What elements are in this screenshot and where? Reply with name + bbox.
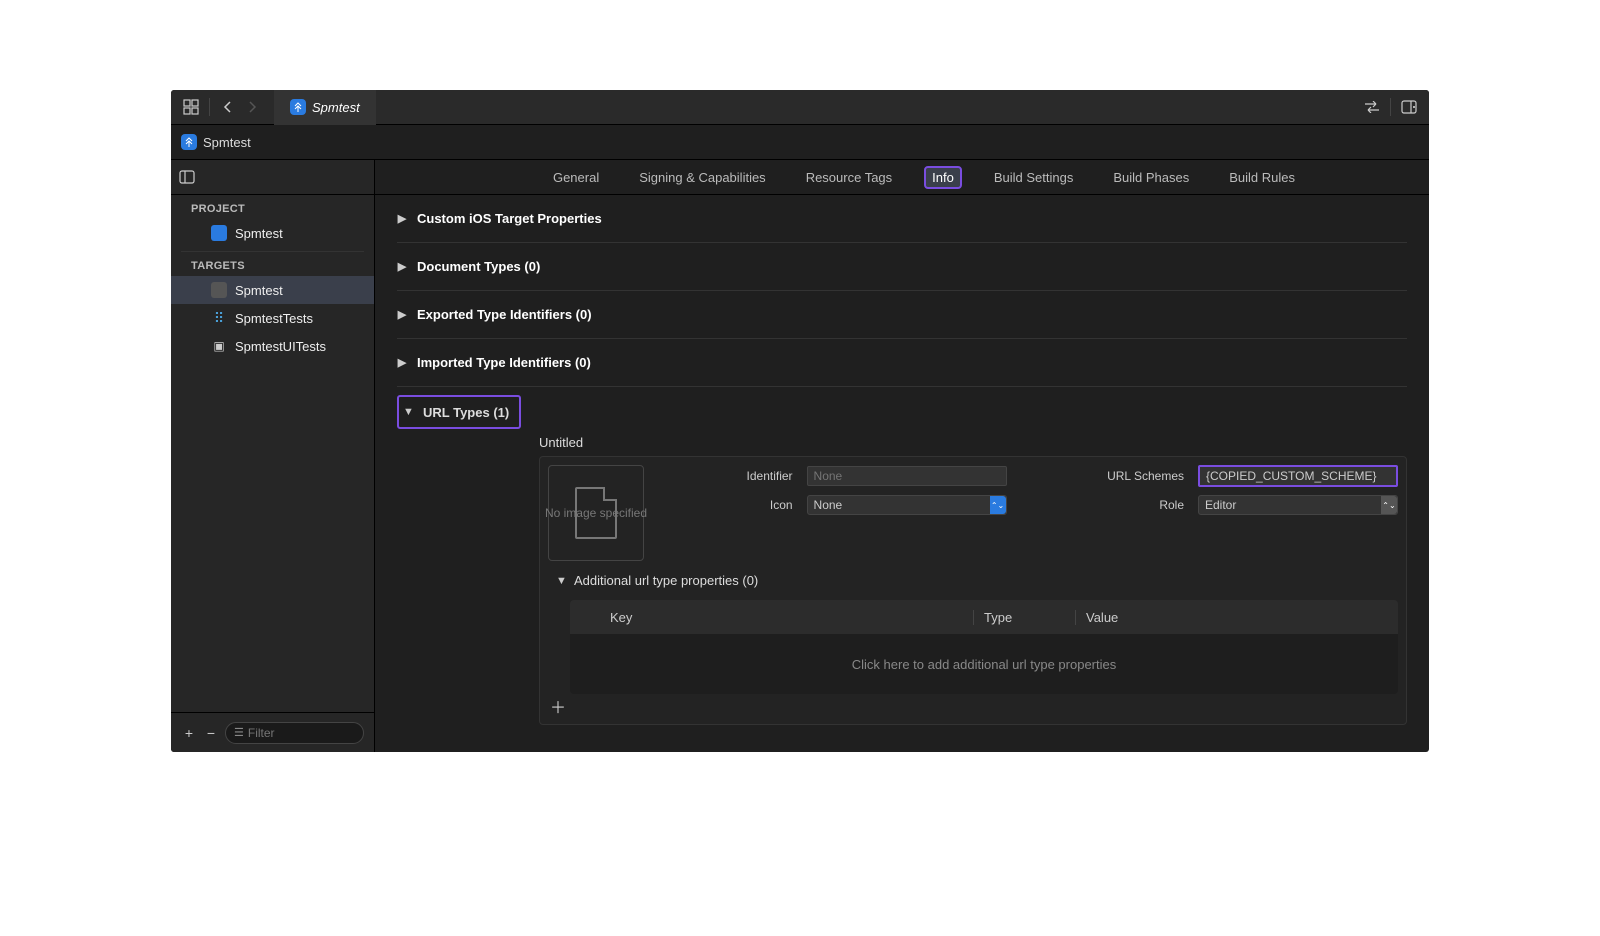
toolbar: Spmtest [171, 90, 1429, 125]
section-imported-types[interactable]: ▶ Imported Type Identifiers (0) [397, 339, 1407, 387]
tab-signing[interactable]: Signing & Capabilities [631, 166, 773, 189]
role-select[interactable]: Editor ⌃⌄ [1198, 495, 1398, 515]
icon-label: Icon [660, 498, 793, 512]
project-icon [181, 134, 197, 150]
sidebar-item-project[interactable]: Spmtest [171, 219, 374, 247]
table-empty-text: Click here to add additional url type pr… [852, 657, 1116, 672]
tab-build-settings[interactable]: Build Settings [986, 166, 1082, 189]
project-icon [211, 225, 227, 241]
col-value: Value [1076, 610, 1398, 625]
sidebar-footer: + − ☰ [171, 712, 374, 752]
sidebar-item-target-app[interactable]: Spmtest [171, 276, 374, 304]
identifier-label: Identifier [660, 469, 793, 483]
app-target-icon [211, 282, 227, 298]
project-sidebar: PROJECT Spmtest TARGETS Spmtest ⠿ Spmtes… [171, 160, 375, 752]
sidebar-item-target-tests[interactable]: ⠿ SpmtestTests [171, 304, 374, 332]
filter-icon: ☰ [234, 726, 244, 739]
add-url-type-button[interactable]: ＋ [550, 694, 566, 718]
section-title: URL Types (1) [423, 405, 509, 420]
chevron-right-icon: ▶ [397, 260, 407, 273]
targets-section-label: TARGETS [171, 252, 374, 276]
target-editor-tabs: General Signing & Capabilities Resource … [375, 160, 1429, 195]
section-document-types[interactable]: ▶ Document Types (0) [397, 243, 1407, 291]
project-icon [290, 99, 306, 115]
url-schemes-field[interactable] [1198, 465, 1398, 487]
back-icon[interactable] [216, 95, 240, 119]
info-editor: ▶ Custom iOS Target Properties ▶ Documen… [375, 195, 1429, 752]
swap-icon[interactable] [1360, 95, 1384, 119]
breadcrumb: Spmtest [171, 125, 1429, 160]
col-type: Type [974, 610, 1076, 625]
icon-image-well[interactable]: No image specified [548, 465, 644, 561]
sidebar-item-label: SpmtestTests [235, 311, 313, 326]
filter-wrap: ☰ [225, 722, 364, 744]
additional-props-label: Additional url type properties (0) [574, 573, 758, 588]
remove-target-button[interactable]: − [203, 725, 219, 741]
sidebar-toggle[interactable] [171, 160, 374, 195]
tab-resource-tags[interactable]: Resource Tags [798, 166, 900, 189]
identifier-field[interactable] [807, 466, 1007, 486]
table-empty-row[interactable]: Click here to add additional url type pr… [570, 634, 1398, 694]
project-section-label: PROJECT [171, 195, 374, 219]
chevron-down-icon: ▼ [403, 406, 413, 418]
tab-build-rules[interactable]: Build Rules [1221, 166, 1303, 189]
chevron-right-icon: ▶ [397, 308, 407, 321]
additional-props-table: Key Type Value Click here to add additio… [570, 600, 1398, 694]
section-title: Custom iOS Target Properties [417, 211, 602, 226]
chevron-down-icon: ▼ [556, 575, 566, 587]
editor-tab-title: Spmtest [312, 100, 360, 115]
tab-info[interactable]: Info [924, 166, 962, 189]
breadcrumb-project[interactable]: Spmtest [203, 135, 251, 150]
tab-general[interactable]: General [545, 166, 607, 189]
url-type-card: No image specified Identifier URL Scheme… [539, 456, 1407, 725]
section-custom-props[interactable]: ▶ Custom iOS Target Properties [397, 195, 1407, 243]
add-target-button[interactable]: + [181, 725, 197, 741]
url-schemes-label: URL Schemes [1021, 469, 1184, 483]
url-type-fields: Identifier URL Schemes Icon None ⌃⌄ Role [660, 465, 1398, 515]
xcode-window: Spmtest Spmtest PROJECT Spmtest [171, 90, 1429, 752]
role-label: Role [1021, 498, 1184, 512]
unit-test-icon: ⠿ [211, 310, 227, 326]
editor-tab[interactable]: Spmtest [274, 90, 376, 125]
section-title: Exported Type Identifiers (0) [417, 307, 592, 322]
grid-icon[interactable] [179, 95, 203, 119]
popup-arrows-icon: ⌃⌄ [1381, 496, 1397, 514]
icon-select[interactable]: None ⌃⌄ [807, 495, 1007, 515]
section-title: Imported Type Identifiers (0) [417, 355, 591, 370]
sidebar-item-label: SpmtestUITests [235, 339, 326, 354]
section-url-types[interactable]: ▼ URL Types (1) [397, 395, 521, 429]
sidebar-item-label: Spmtest [235, 283, 283, 298]
col-key: Key [570, 610, 974, 625]
url-type-title: Untitled [539, 435, 1407, 450]
image-well-placeholder: No image specified [545, 506, 647, 520]
chevron-right-icon: ▶ [397, 212, 407, 225]
popup-arrows-icon: ⌃⌄ [990, 496, 1006, 514]
sidebar-item-target-uitests[interactable]: ▣ SpmtestUITests [171, 332, 374, 360]
url-type-detail: Untitled No image specified Identifier U… [397, 429, 1407, 725]
table-header: Key Type Value [570, 600, 1398, 634]
ui-test-icon: ▣ [211, 338, 227, 354]
additional-props-disclosure[interactable]: ▼ Additional url type properties (0) [548, 573, 1398, 588]
section-title: Document Types (0) [417, 259, 540, 274]
editor-main: General Signing & Capabilities Resource … [375, 160, 1429, 752]
add-pane-icon[interactable] [1397, 95, 1421, 119]
filter-input[interactable] [248, 726, 355, 740]
forward-icon [240, 95, 264, 119]
icon-select-value: None [814, 498, 843, 512]
section-exported-types[interactable]: ▶ Exported Type Identifiers (0) [397, 291, 1407, 339]
tab-build-phases[interactable]: Build Phases [1105, 166, 1197, 189]
chevron-right-icon: ▶ [397, 356, 407, 369]
role-select-value: Editor [1205, 498, 1236, 512]
sidebar-item-label: Spmtest [235, 226, 283, 241]
